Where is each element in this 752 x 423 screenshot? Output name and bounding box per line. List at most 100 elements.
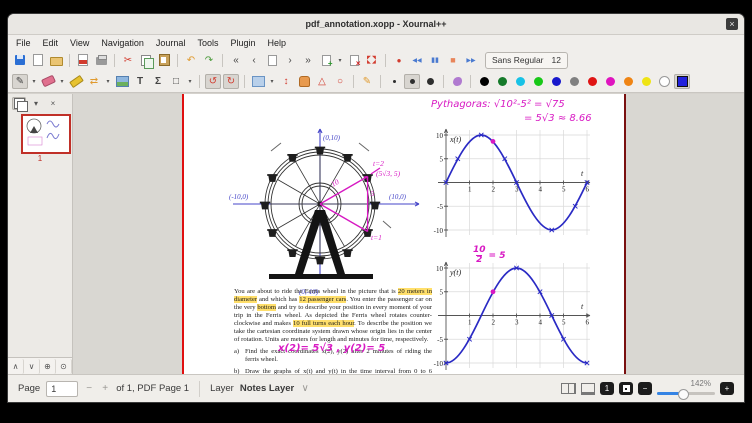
fill-tool-button[interactable] — [449, 74, 465, 89]
cut-button[interactable]: ✂ — [120, 53, 136, 68]
layer-dropdown[interactable]: ∨ — [300, 383, 310, 394]
add-page-button[interactable] — [318, 53, 334, 68]
thickness-fine-button[interactable] — [386, 74, 402, 89]
two-page-view-icon[interactable] — [561, 383, 576, 394]
add-page-dropdown[interactable]: ▾ — [336, 53, 344, 68]
color-red-button[interactable] — [584, 74, 600, 89]
highlighter-tool-button[interactable] — [68, 74, 84, 89]
color-green-button[interactable] — [530, 74, 546, 89]
insert-image-button[interactable] — [114, 74, 130, 89]
menu-plugin[interactable]: Plugin — [230, 38, 255, 48]
first-page-button[interactable]: « — [228, 53, 244, 68]
redo-button[interactable]: ↷ — [201, 53, 217, 68]
thickness-thick-button[interactable] — [422, 74, 438, 89]
page-decrement-button[interactable]: − — [84, 383, 94, 394]
scroll-down-button[interactable]: ∨ — [24, 359, 40, 374]
goto-page-button[interactable] — [264, 53, 280, 68]
menu-journal[interactable]: Journal — [156, 38, 186, 48]
draw-circle-button[interactable]: ○ — [332, 74, 348, 89]
font-button[interactable]: Sans Regular 12 — [485, 52, 568, 69]
record-button[interactable]: ● — [391, 53, 407, 68]
slider-thumb[interactable] — [678, 389, 689, 400]
shape-recognizer-button[interactable]: ✎ — [359, 74, 375, 89]
rewind-button[interactable]: ◀◀ — [409, 53, 425, 68]
draw-triangle-button[interactable]: △ — [314, 74, 330, 89]
menu-help[interactable]: Help — [268, 38, 287, 48]
preview-tab-button[interactable] — [12, 97, 26, 110]
select-rectangle-button[interactable] — [250, 74, 266, 89]
delete-page-button[interactable] — [346, 53, 362, 68]
color-cyan-button[interactable] — [512, 74, 528, 89]
vertical-space-button[interactable]: ↕ — [278, 74, 294, 89]
close-button[interactable]: × — [726, 18, 738, 30]
arc-cw-tool-button[interactable]: ↻ — [223, 74, 239, 89]
color-yellow-button[interactable] — [638, 74, 654, 89]
presentation-mode-icon[interactable] — [581, 383, 595, 395]
eraser-tool-button[interactable] — [40, 74, 56, 89]
hand-tool-button[interactable] — [296, 74, 312, 89]
eraser-dropdown[interactable]: ▾ — [58, 74, 66, 89]
page-number-input[interactable]: 1 — [46, 381, 78, 397]
fullscreen-button[interactable]: ◤ ◥ ◣ ◢ — [364, 53, 380, 68]
settings-button[interactable]: ⊙ — [56, 359, 72, 374]
pen-tool-button[interactable]: ✎ — [12, 74, 28, 89]
menu-view[interactable]: View — [70, 38, 89, 48]
page-thumbnail[interactable] — [21, 114, 71, 154]
color-black-button[interactable] — [476, 74, 492, 89]
menu-edit[interactable]: Edit — [43, 38, 59, 48]
color-magenta-button[interactable] — [602, 74, 618, 89]
next-page-button[interactable]: › — [282, 53, 298, 68]
open-button[interactable] — [48, 53, 64, 68]
color-darkgreen-button[interactable] — [494, 74, 510, 89]
export-pdf-button[interactable] — [75, 53, 91, 68]
menu-file[interactable]: File — [16, 38, 31, 48]
thickness-medium-button[interactable] — [404, 74, 420, 89]
select-object-dropdown[interactable]: ▾ — [104, 74, 112, 89]
arc-ccw-tool-button[interactable]: ↺ — [205, 74, 221, 89]
title-bar[interactable]: pdf_annotation.xopp - Xournal++ × — [8, 14, 744, 35]
stop-button[interactable]: ■ — [445, 53, 461, 68]
toolbar-separator — [199, 75, 200, 88]
tex-tool-button[interactable]: Σ — [150, 74, 166, 89]
menu-navigation[interactable]: Navigation — [101, 38, 144, 48]
fit-page-button[interactable] — [619, 382, 633, 395]
new-document-button[interactable] — [30, 53, 46, 68]
highlighted-text: 10 full turns each hour — [293, 320, 354, 327]
menu-tools[interactable]: Tools — [197, 38, 218, 48]
paste-button[interactable] — [156, 53, 172, 68]
zoom-slider[interactable] — [657, 389, 715, 398]
last-page-button[interactable]: » — [300, 53, 316, 68]
text-tool-button[interactable]: T — [132, 74, 148, 89]
color-white-button[interactable] — [656, 74, 672, 89]
color-gray-button[interactable] — [566, 74, 582, 89]
pen-dropdown[interactable]: ▾ — [30, 74, 38, 89]
fit-width-button[interactable]: 1 — [600, 382, 614, 395]
undo-button[interactable]: ↶ — [183, 53, 199, 68]
select-object-button[interactable]: ⇄ — [86, 74, 102, 89]
previous-page-button[interactable]: ‹ — [246, 53, 262, 68]
document-canvas[interactable]: Pythagoras: √10²-5² = √75 = 5√3 ≈ 8.66 — [73, 94, 744, 374]
layer-value[interactable]: Notes Layer — [240, 383, 294, 394]
print-button[interactable] — [93, 53, 109, 68]
sidebar-close-button[interactable]: × — [46, 97, 60, 110]
forward-button[interactable]: ▶▶ — [463, 53, 479, 68]
select-rectangle-dropdown[interactable]: ▾ — [268, 74, 276, 89]
color-orange-button[interactable] — [620, 74, 636, 89]
pause-button[interactable]: ▮▮ — [427, 53, 443, 68]
save-button[interactable] — [12, 53, 28, 68]
magenta-point-label: (5√3, 5) — [376, 169, 401, 178]
copy-button[interactable] — [138, 53, 154, 68]
shape-tool-button[interactable]: □ — [168, 74, 184, 89]
sync-pages-button[interactable]: ⊕ — [40, 359, 56, 374]
sidebar-dropdown[interactable]: ▾ — [29, 97, 43, 110]
zoom-out-button[interactable]: − — [638, 382, 652, 395]
highlighted-text: bottom — [257, 304, 276, 311]
zoom-in-button[interactable]: + — [720, 382, 734, 395]
color-blue-button[interactable] — [548, 74, 564, 89]
page-increment-button[interactable]: + — [100, 383, 110, 394]
shape-dropdown[interactable]: ▾ — [186, 74, 194, 89]
color-chooser-button[interactable] — [674, 74, 690, 89]
pdf-page[interactable]: Pythagoras: √10²-5² = √75 = 5√3 ≈ 8.66 — [182, 94, 626, 374]
scroll-up-button[interactable]: ∧ — [8, 359, 24, 374]
select-rectangle-icon — [252, 76, 265, 87]
